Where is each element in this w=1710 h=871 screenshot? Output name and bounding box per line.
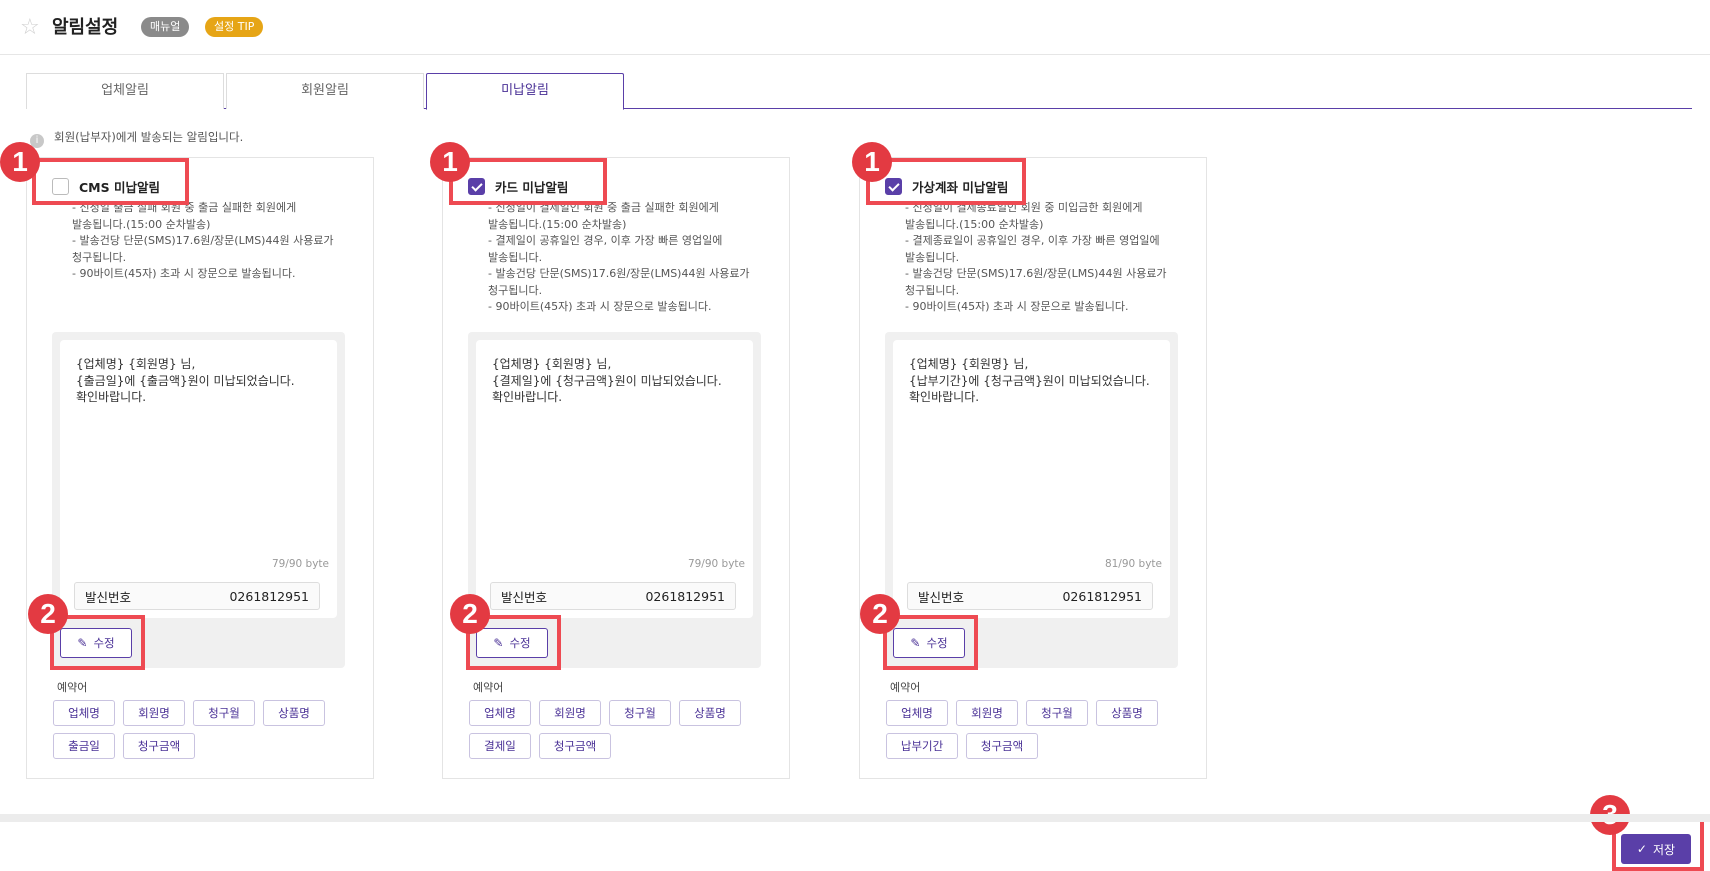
step-marker-1: 1 bbox=[0, 142, 40, 182]
message-text: {업체명} {회원명} 님, {결제일}에 {청구금액}원이 미납되었습니다. … bbox=[492, 357, 722, 404]
check-icon: ✓ bbox=[1636, 842, 1647, 856]
desc-line: 청구됩니다. bbox=[488, 283, 543, 297]
sender-number: 0261812951 bbox=[645, 588, 725, 604]
tab-company-alert[interactable]: 업체알림 bbox=[26, 73, 224, 109]
tag-button[interactable]: 회원명 bbox=[123, 700, 185, 726]
byte-count: 79/90 byte bbox=[687, 558, 745, 570]
info-line: i 회원(납부자)에게 발송되는 알림입니다. bbox=[30, 129, 243, 148]
desc-line: - 발송건당 단문(SMS)17.6원/장문(LMS)44원 사용료가 bbox=[905, 267, 1167, 280]
tag-button[interactable]: 청구월 bbox=[193, 700, 255, 726]
tag-button[interactable]: 청구월 bbox=[1026, 700, 1088, 726]
tag-button[interactable]: 업체명 bbox=[469, 700, 531, 726]
desc-line: 발송됩니다. bbox=[905, 250, 960, 264]
sender-number: 0261812951 bbox=[229, 588, 309, 604]
desc-line: - 90바이트(45자) 초과 시 장문으로 발송됩니다. bbox=[488, 300, 712, 313]
desc-line: - 90바이트(45자) 초과 시 장문으로 발송됩니다. bbox=[72, 267, 296, 280]
panel-description: - 신청일 출금 실패 회원 중 출금 실패한 회원에게 발송됩니다.(15:0… bbox=[72, 200, 362, 283]
sender-label: 발신번호 bbox=[85, 589, 132, 605]
footer-divider bbox=[0, 814, 1710, 822]
page-header: ☆ 알림설정 매뉴얼 설정 TIP bbox=[0, 0, 1710, 55]
message-editor: {업체명} {회원명} 님, {결제일}에 {청구금액}원이 미납되었습니다. … bbox=[476, 340, 753, 618]
panel-description: - 신청일이 결제일인 회원 중 출금 실패한 회원에게 발송됩니다.(15:0… bbox=[488, 200, 778, 316]
sender-label: 발신번호 bbox=[501, 589, 548, 605]
save-label: 저장 bbox=[1652, 842, 1676, 857]
tag-button[interactable]: 상품명 bbox=[679, 700, 741, 726]
desc-line: - 발송건당 단문(SMS)17.6원/장문(LMS)44원 사용료가 bbox=[72, 234, 334, 247]
desc-line: 청구됩니다. bbox=[905, 283, 960, 297]
tag-button[interactable]: 업체명 bbox=[886, 700, 948, 726]
sender-label: 발신번호 bbox=[918, 589, 965, 605]
tag-button[interactable]: 업체명 bbox=[53, 700, 115, 726]
desc-line: 발송됩니다.(15:00 순차발송) bbox=[72, 217, 211, 231]
desc-line: 발송됩니다.(15:00 순차발송) bbox=[488, 217, 627, 231]
step-marker-1: 1 bbox=[852, 142, 892, 182]
tab-member-alert[interactable]: 회원알림 bbox=[226, 73, 424, 109]
desc-line: - 90바이트(45자) 초과 시 장문으로 발송됩니다. bbox=[905, 300, 1129, 313]
reserved-words-label: 예약어 bbox=[473, 681, 504, 694]
message-editor: {업체명} {회원명} 님, {출금일}에 {출금액}원이 미납되었습니다. 확… bbox=[60, 340, 337, 618]
desc-line: 발송됩니다.(15:00 순차발송) bbox=[905, 217, 1044, 231]
info-text: 회원(납부자)에게 발송되는 알림입니다. bbox=[54, 130, 244, 144]
step-marker-1: 1 bbox=[430, 142, 470, 182]
sender-field: 발신번호 0261812951 bbox=[74, 582, 320, 610]
desc-line: 발송됩니다. bbox=[488, 250, 543, 264]
tip-badge[interactable]: 설정 TIP bbox=[205, 17, 264, 37]
tag-button[interactable]: 납부기간 bbox=[886, 733, 958, 759]
desc-line: - 발송건당 단문(SMS)17.6원/장문(LMS)44원 사용료가 bbox=[488, 267, 750, 280]
favorite-star-icon[interactable]: ☆ bbox=[20, 16, 44, 40]
tag-button[interactable]: 청구월 bbox=[609, 700, 671, 726]
sender-field: 발신번호 0261812951 bbox=[907, 582, 1153, 610]
tag-button[interactable]: 회원명 bbox=[956, 700, 1018, 726]
tag-button[interactable]: 청구금액 bbox=[123, 733, 195, 759]
panel-virtual-account-unpaid: 가상계좌 미납알림 - 신청일이 결제종료일인 회원 중 미입금한 회원에게 발… bbox=[859, 157, 1207, 779]
tag-button[interactable]: 청구금액 bbox=[539, 733, 611, 759]
message-text: {업체명} {회원명} 님, {출금일}에 {출금액}원이 미납되었습니다. 확… bbox=[76, 357, 295, 404]
tag-button[interactable]: 결제일 bbox=[469, 733, 531, 759]
tag-button[interactable]: 상품명 bbox=[1096, 700, 1158, 726]
sender-number: 0261812951 bbox=[1062, 588, 1142, 604]
save-button[interactable]: ✓ 저장 bbox=[1621, 834, 1691, 864]
desc-line: - 결제일이 공휴일인 경우, 이후 가장 빠른 영업일에 bbox=[488, 234, 723, 247]
reserved-words-label: 예약어 bbox=[57, 681, 88, 694]
message-text: {업체명} {회원명} 님, {납부기간}에 {청구금액}원이 미납되었습니다.… bbox=[909, 357, 1150, 404]
tab-unpaid-alert[interactable]: 미납알림 bbox=[426, 73, 624, 110]
desc-line: - 결제종료일이 공휴일인 경우, 이후 가장 빠른 영업일에 bbox=[905, 234, 1160, 247]
message-editor: {업체명} {회원명} 님, {납부기간}에 {청구금액}원이 미납되었습니다.… bbox=[893, 340, 1170, 618]
step-marker-2: 2 bbox=[450, 594, 490, 634]
panel-cms-unpaid: CMS 미납알림 - 신청일 출금 실패 회원 중 출금 실패한 회원에게 발송… bbox=[26, 157, 374, 779]
tag-button[interactable]: 청구금액 bbox=[966, 733, 1038, 759]
tag-button[interactable]: 회원명 bbox=[539, 700, 601, 726]
step-marker-2: 2 bbox=[860, 594, 900, 634]
desc-line: 청구됩니다. bbox=[72, 250, 127, 264]
tag-button[interactable]: 상품명 bbox=[263, 700, 325, 726]
sender-field: 발신번호 0261812951 bbox=[490, 582, 736, 610]
highlight-box-checkbox-2 bbox=[449, 158, 607, 205]
manual-badge[interactable]: 매뉴얼 bbox=[141, 17, 190, 37]
panel-description: - 신청일이 결제종료일인 회원 중 미입금한 회원에게 발송됩니다.(15:0… bbox=[905, 200, 1195, 316]
step-marker-2: 2 bbox=[28, 594, 68, 634]
byte-count: 81/90 byte bbox=[1104, 558, 1162, 570]
byte-count: 79/90 byte bbox=[271, 558, 329, 570]
page-title: 알림설정 bbox=[52, 17, 119, 38]
reserved-words-label: 예약어 bbox=[890, 681, 921, 694]
tag-button[interactable]: 출금일 bbox=[53, 733, 115, 759]
highlight-box-checkbox-1 bbox=[32, 158, 189, 205]
panel-card-unpaid: 카드 미납알림 - 신청일이 결제일인 회원 중 출금 실패한 회원에게 발송됩… bbox=[442, 157, 790, 779]
tab-bar: 업체알림 회원알림 미납알림 bbox=[26, 73, 1692, 110]
